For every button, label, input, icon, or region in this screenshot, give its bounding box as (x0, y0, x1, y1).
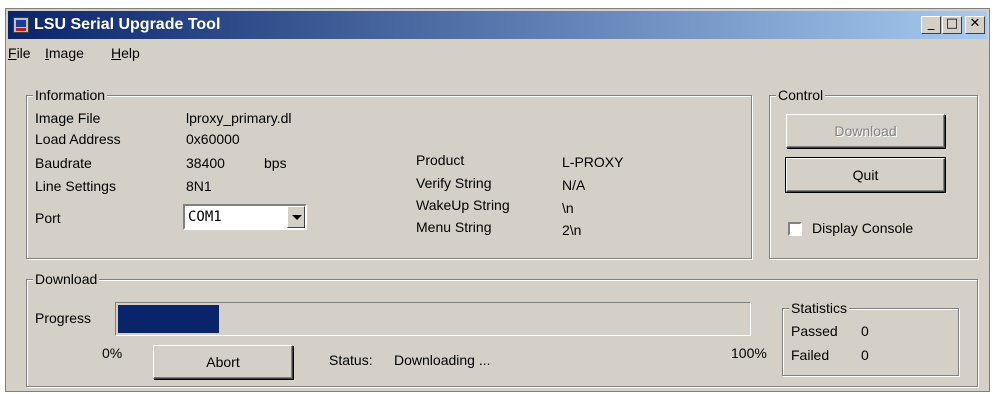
control-legend: Control (776, 87, 826, 103)
progress-label: Progress (35, 310, 92, 326)
status-label: Status: (329, 352, 373, 368)
maximize-icon: □ (945, 16, 959, 31)
download-button[interactable]: Download (786, 114, 945, 148)
download-group: Download Progress 0% 100% Abort Status: … (26, 271, 978, 387)
menu-string-label: Menu String (416, 219, 492, 235)
maximize-button[interactable]: □ (942, 16, 962, 34)
failed-value: 0 (861, 347, 869, 363)
app-icon (13, 17, 29, 33)
progress-min-label: 0% (102, 345, 123, 361)
baudrate-value: 38400 (186, 155, 225, 171)
port-select[interactable]: COM1 (183, 204, 307, 230)
image-file-label: Image File (35, 110, 101, 126)
minimize-icon: _ (927, 16, 935, 31)
menu-string-value: 2\n (562, 222, 582, 238)
failed-label: Failed (791, 347, 830, 363)
main-window: LSU Serial Upgrade Tool _ □ ✕ File Image… (5, 8, 990, 392)
passed-value: 0 (861, 323, 869, 339)
port-label: Port (35, 210, 61, 226)
minimize-button[interactable]: _ (921, 16, 941, 34)
close-icon: ✕ (969, 16, 981, 31)
baudrate-label: Baudrate (35, 155, 92, 171)
abort-button[interactable]: Abort (153, 345, 293, 379)
line-settings-label: Line Settings (35, 178, 116, 194)
download-legend: Download (33, 271, 100, 287)
port-select-value: COM1 (188, 209, 222, 225)
status-value: Downloading ... (394, 352, 491, 368)
progress-fill (118, 305, 219, 333)
load-address-value: 0x60000 (186, 131, 240, 147)
baudrate-unit: bps (264, 155, 287, 171)
menu-file[interactable]: File (8, 45, 31, 61)
chevron-down-icon[interactable] (287, 206, 305, 228)
information-legend: Information (33, 87, 108, 103)
statistics-group: Statistics Passed 0 Failed 0 (782, 300, 959, 376)
product-value: L-PROXY (562, 154, 624, 170)
verify-string-value: N/A (562, 177, 586, 193)
title-bar[interactable]: LSU Serial Upgrade Tool _ □ ✕ (8, 11, 987, 39)
window-title: LSU Serial Upgrade Tool (34, 16, 221, 33)
wakeup-string-label: WakeUp String (416, 197, 510, 213)
product-label: Product (416, 152, 465, 168)
progress-max-label: 100% (731, 345, 767, 361)
menu-help[interactable]: Help (111, 45, 140, 61)
control-group: Control Download Quit Display Console (769, 87, 978, 259)
passed-label: Passed (791, 323, 838, 339)
line-settings-value: 8N1 (186, 178, 212, 194)
display-console-checkbox[interactable] (788, 222, 802, 236)
display-console-label[interactable]: Display Console (812, 220, 913, 236)
menu-image[interactable]: Image (45, 45, 84, 61)
wakeup-string-value: \n (562, 200, 574, 216)
close-button[interactable]: ✕ (965, 16, 985, 34)
image-file-value: lproxy_primary.dl (186, 110, 292, 126)
statistics-legend: Statistics (789, 300, 850, 316)
information-group: Information Image File lproxy_primary.dl… (26, 87, 752, 259)
load-address-label: Load Address (35, 131, 121, 147)
progress-bar (115, 302, 751, 336)
quit-button[interactable]: Quit (785, 157, 946, 193)
verify-string-label: Verify String (416, 175, 492, 191)
